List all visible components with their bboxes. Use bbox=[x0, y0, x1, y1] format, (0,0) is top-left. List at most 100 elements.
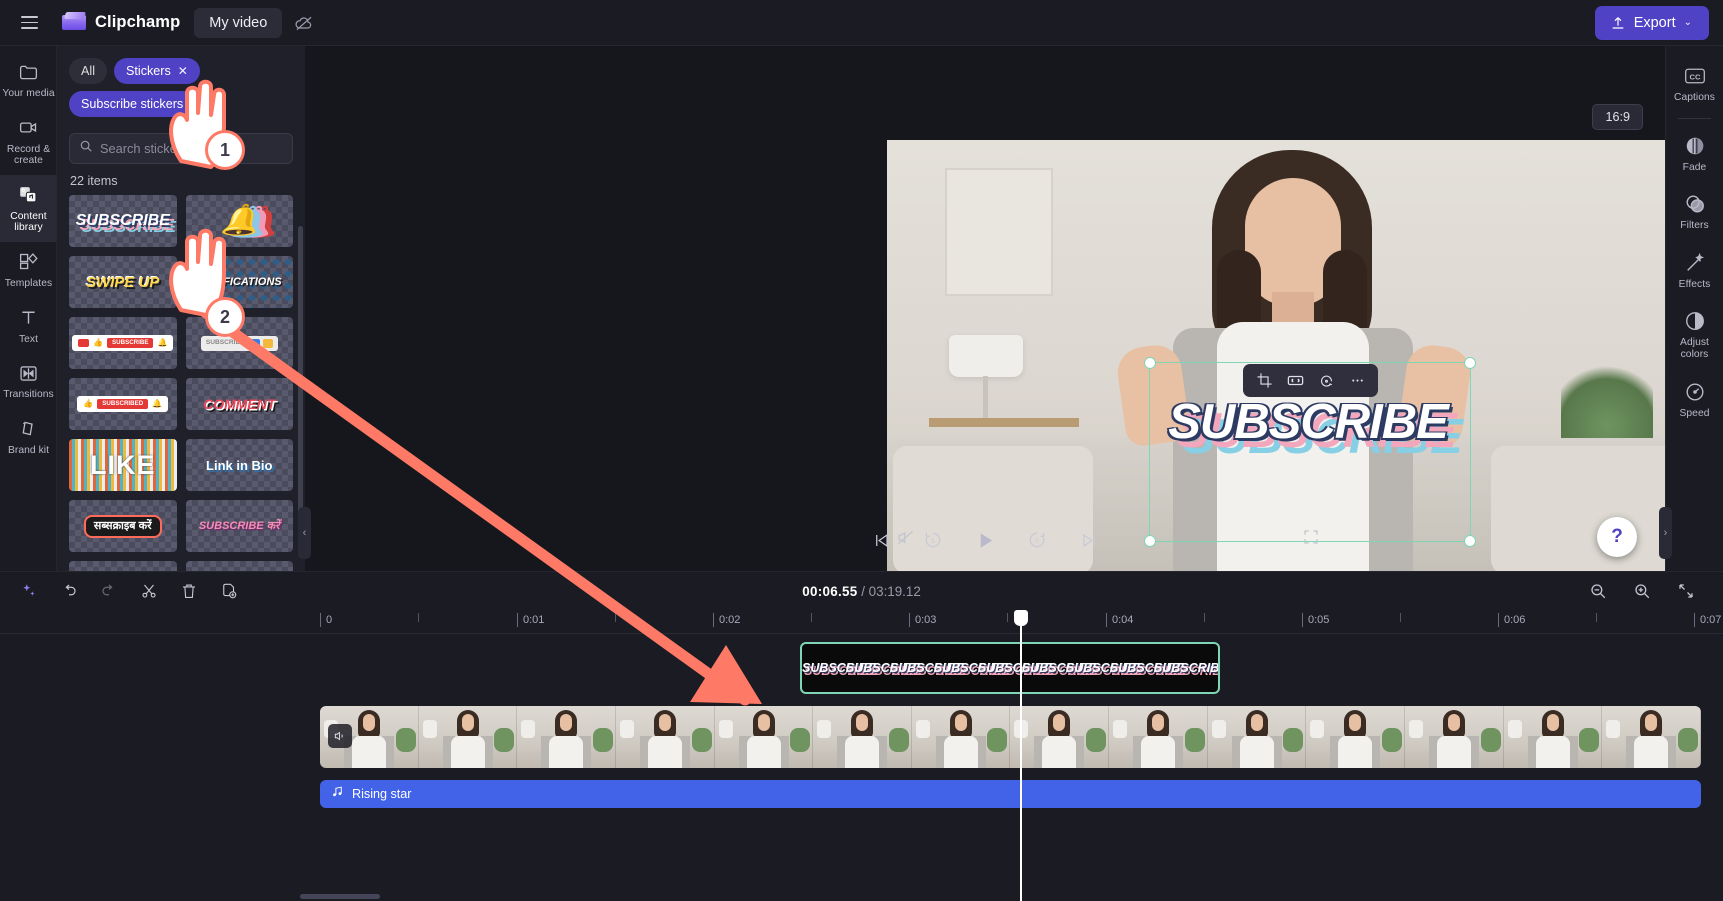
sidebar-item-record-create[interactable]: Record & create bbox=[0, 108, 57, 175]
project-name-tab[interactable]: My video bbox=[194, 7, 283, 38]
resize-handle-top-right[interactable] bbox=[1465, 358, 1475, 368]
tool-effects[interactable]: Effects bbox=[1666, 241, 1723, 300]
ruler-label: 0:04 bbox=[1112, 614, 1134, 626]
sidebar-item-text[interactable]: Text bbox=[0, 298, 57, 354]
svg-text:5: 5 bbox=[1035, 538, 1039, 545]
sidebar-item-transitions[interactable]: Transitions bbox=[0, 353, 57, 409]
export-button[interactable]: Export ⌄ bbox=[1594, 5, 1709, 40]
sticker-subscribe-hindi-bubble[interactable]: सब्सक्राइब करें bbox=[69, 500, 177, 552]
video-clip[interactable] bbox=[320, 706, 1701, 768]
sticker-comment-bubbles[interactable]: COMMENT bbox=[185, 378, 293, 430]
bell-badge-icon bbox=[262, 338, 273, 348]
sticker-link-in-bio[interactable]: Link in Bio bbox=[185, 439, 293, 491]
fit-timeline-button[interactable] bbox=[1671, 577, 1701, 605]
time-display: 00:06.55 / 03:19.12 bbox=[0, 584, 1723, 599]
total-time: 03:19.12 bbox=[868, 583, 921, 599]
sidebar-item-templates[interactable]: Templates bbox=[0, 242, 57, 298]
duplicate-button[interactable] bbox=[214, 577, 244, 605]
ruler-label: 0:07 bbox=[1700, 614, 1722, 626]
clip-mute-icon[interactable] bbox=[328, 724, 352, 748]
sticker-suscribete-green-arc[interactable]: SUSCRÍBETE bbox=[185, 561, 293, 571]
sticker-clip-thumb: SUBSCRIBE bbox=[1154, 661, 1220, 675]
ruler-label: 0:01 bbox=[523, 614, 545, 626]
sticker-like-striped[interactable]: LIKE bbox=[69, 439, 177, 491]
preview-mute-button[interactable] bbox=[891, 523, 919, 551]
ai-suggestions-button[interactable] bbox=[14, 577, 44, 605]
collapse-left-panel-button[interactable]: ‹ bbox=[298, 507, 311, 559]
video-frame bbox=[1405, 706, 1504, 768]
app-body: Your media Record & create Content libra… bbox=[0, 46, 1723, 591]
tool-fade[interactable]: Fade bbox=[1666, 124, 1723, 183]
sticker-subscribed-bar[interactable]: 👍 SUBSCRIBED 🔔 bbox=[69, 378, 177, 430]
sticker-art: SUBSCRIBE bbox=[107, 337, 154, 349]
hamburger-icon[interactable] bbox=[14, 8, 44, 38]
brand-kit-icon bbox=[18, 418, 40, 440]
undo-button[interactable] bbox=[54, 577, 84, 605]
clipchamp-app: Clipchamp My video Export ⌄ Your media R… bbox=[0, 0, 1723, 901]
sidebar-item-brand-kit[interactable]: Brand kit bbox=[0, 409, 57, 465]
play-button[interactable] bbox=[970, 525, 1000, 555]
tool-label: Effects bbox=[1678, 278, 1711, 290]
rotate-icon[interactable] bbox=[1312, 368, 1340, 394]
panel-scrollbar[interactable] bbox=[298, 226, 303, 526]
tool-filters[interactable]: Filters bbox=[1666, 182, 1723, 241]
crop-icon[interactable] bbox=[1250, 368, 1278, 394]
more-icon[interactable] bbox=[1343, 368, 1371, 394]
split-button[interactable] bbox=[134, 577, 164, 605]
sticker-clip-thumb: SUBSCRIBE bbox=[802, 661, 876, 675]
sticker-art-row: 👍 SUBSCRIBE 🔔 bbox=[72, 334, 174, 352]
svg-text:CC: CC bbox=[1689, 72, 1700, 81]
right-rail: CC Captions Fade Filters Effects Adjust … bbox=[1665, 46, 1723, 571]
delete-button[interactable] bbox=[174, 577, 204, 605]
help-button[interactable]: ? bbox=[1597, 517, 1637, 557]
sticker-cell: COMMENT bbox=[185, 378, 293, 430]
sticker-art: LIKE bbox=[89, 449, 156, 480]
sidebar-item-content-library[interactable]: Content library bbox=[0, 174, 57, 242]
speed-icon bbox=[1684, 381, 1706, 403]
bell-icon: 🔔 bbox=[157, 338, 168, 348]
zoom-in-button[interactable] bbox=[1627, 577, 1657, 605]
timeline-tracks: SUBSCRIBE SUBSCRIBE SUBSCRIBE SUBSCRIBE … bbox=[0, 634, 1723, 901]
sticker-art: SUBSCRIBE bbox=[205, 338, 245, 346]
export-label: Export bbox=[1633, 14, 1676, 31]
time-separator: / bbox=[861, 583, 865, 599]
cloud-off-icon[interactable] bbox=[288, 8, 320, 38]
sticker-clip[interactable]: SUBSCRIBE SUBSCRIBE SUBSCRIBE SUBSCRIBE … bbox=[800, 642, 1220, 694]
timeline-ruler[interactable]: 0 0:01 0:02 0:03 0:04 0:05 0:06 0:07 bbox=[0, 610, 1723, 634]
sidebar-item-your-media[interactable]: Your media bbox=[0, 52, 57, 108]
sticker-subscribe-karein-play[interactable]: SUBSCRIBE करें bbox=[185, 500, 293, 552]
tool-speed[interactable]: Speed bbox=[1666, 370, 1723, 429]
aspect-ratio-button[interactable]: 16:9 bbox=[1592, 104, 1643, 130]
fit-icon[interactable] bbox=[1281, 368, 1309, 394]
forward-5s-button[interactable]: 5 bbox=[1022, 525, 1052, 555]
timeline-scrollbar[interactable] bbox=[300, 894, 380, 899]
sticker-cell: SUBSCRIBE bbox=[69, 561, 177, 571]
text-icon bbox=[18, 307, 40, 329]
brand-logo: Clipchamp bbox=[62, 12, 180, 33]
sticker-cell: SUSCRÍBETE bbox=[185, 561, 293, 571]
zoom-out-button[interactable] bbox=[1583, 577, 1613, 605]
sticker-art: SUBSCRIBE करें bbox=[198, 519, 280, 532]
sidebar-label: Your media bbox=[2, 88, 55, 99]
sticker-subscribe-pink-bubble[interactable]: SUBSCRIBE bbox=[69, 561, 177, 571]
sticker-swipe-up[interactable]: SWIPE UP bbox=[69, 256, 177, 308]
tool-adjust-colors[interactable]: Adjust colors bbox=[1666, 299, 1723, 369]
fullscreen-button[interactable] bbox=[1297, 523, 1325, 551]
skip-to-end-button[interactable] bbox=[1074, 525, 1104, 555]
sticker-cell: सब्सक्राइब करें bbox=[69, 500, 177, 552]
tool-captions[interactable]: CC Captions bbox=[1666, 54, 1723, 113]
sticker-clip-thumb: SUBSCRIBE bbox=[978, 661, 1052, 675]
resize-handle-top-left[interactable] bbox=[1145, 358, 1155, 368]
ruler-label: 0:03 bbox=[915, 614, 937, 626]
sticker-cell: SUBSCRIBE करें bbox=[185, 500, 293, 552]
scene-table bbox=[929, 418, 1079, 427]
folder-icon bbox=[18, 61, 40, 83]
app-header: Clipchamp My video Export ⌄ bbox=[0, 0, 1723, 46]
rewind-5s-button[interactable]: 5 bbox=[918, 525, 948, 555]
audio-clip[interactable]: Rising star bbox=[320, 780, 1701, 808]
sticker-youtube-subscribe-bar[interactable]: 👍 SUBSCRIBE 🔔 bbox=[69, 317, 177, 369]
redo-button[interactable] bbox=[94, 577, 124, 605]
collapse-right-panel-button[interactable]: › bbox=[1659, 507, 1672, 559]
sticker-subscribe-retro[interactable]: SUBSCRIBE bbox=[69, 195, 177, 247]
chip-all[interactable]: All bbox=[69, 58, 107, 84]
